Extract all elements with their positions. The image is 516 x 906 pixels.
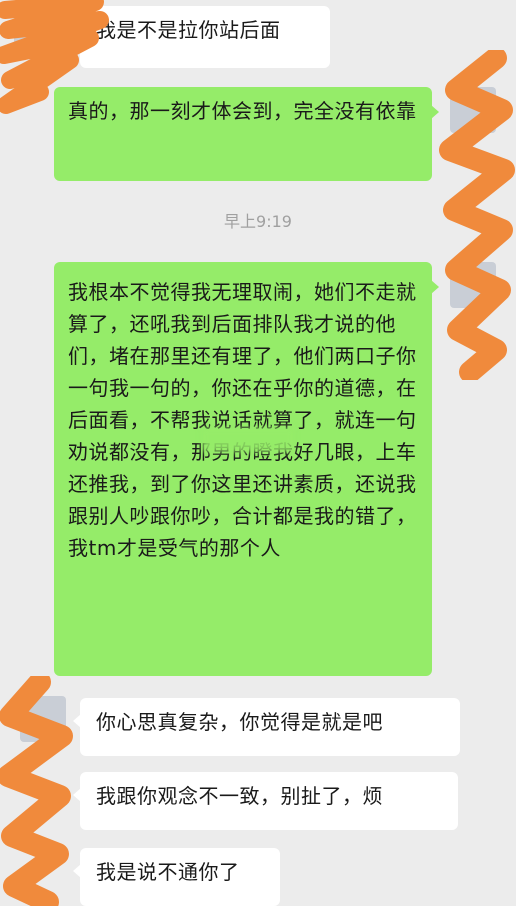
chat-conversation: 我是不是拉你站后面 真的，那一刻才体会到，完全没有依靠 早上9:19 我根本不觉… [0, 0, 516, 906]
redaction-scribble-bottom-left [0, 676, 73, 906]
message-text: 我是说不通你了 [96, 860, 240, 884]
message-incoming-4[interactable]: 我是说不通你了 [73, 848, 280, 906]
message-outgoing-1[interactable]: 真的，那一刻才体会到，完全没有依靠 [54, 87, 439, 181]
redaction-scribble-right [439, 50, 515, 380]
message-text: 我跟你观念不一致，别扯了，烦 [96, 784, 383, 808]
message-incoming-3[interactable]: 我跟你观念不一致，别扯了，烦 [73, 772, 458, 830]
redaction-scribble-top-left [0, 0, 109, 114]
message-incoming-2[interactable]: 你心思真复杂，你觉得是就是吧 [73, 698, 460, 756]
message-incoming-1[interactable]: 我是不是拉你站后面 [73, 6, 330, 68]
message-outgoing-2[interactable]: 我根本不觉得我无理取闹，她们不走就算了，还吼我到后面排队我才说的他们，堵在那里还… [54, 262, 439, 676]
message-text: 我根本不觉得我无理取闹，她们不走就算了，还吼我到后面排队我才说的他们，堵在那里还… [68, 280, 417, 560]
redaction-blur-patch [202, 428, 294, 452]
message-text: 我是不是拉你站后面 [96, 18, 281, 42]
message-text: 真的，那一刻才体会到，完全没有依靠 [68, 99, 417, 123]
message-text: 你心思真复杂，你觉得是就是吧 [96, 710, 383, 734]
